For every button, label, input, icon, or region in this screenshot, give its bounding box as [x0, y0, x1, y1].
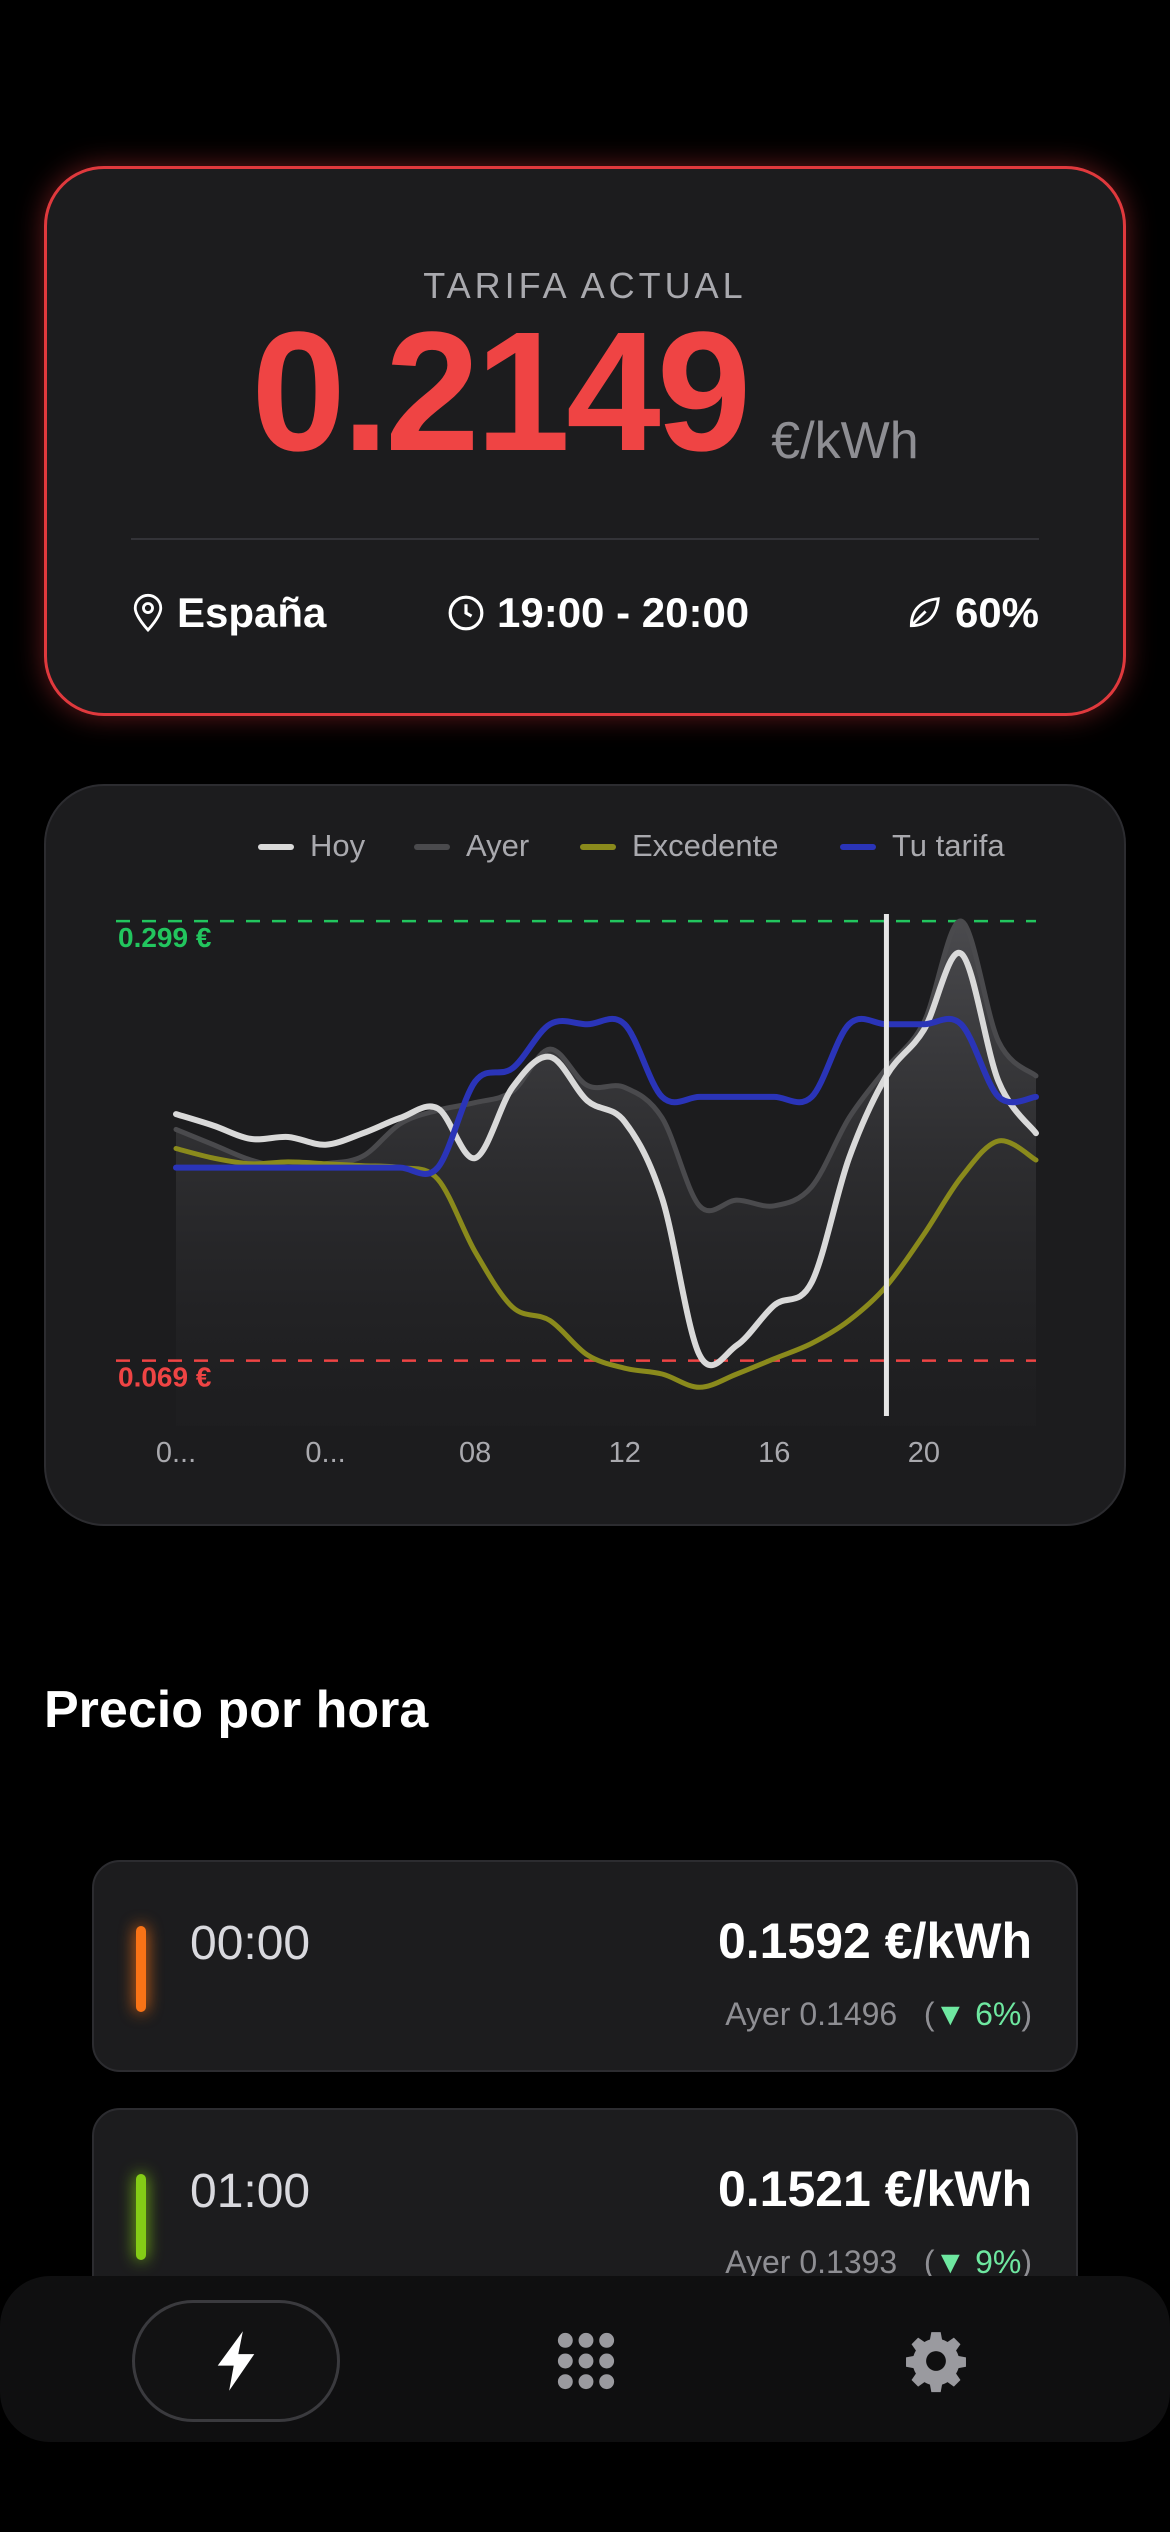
x-tick-label: 0...	[305, 1437, 345, 1469]
hour-time: 00:00	[190, 1917, 311, 1970]
hour-comparison: Ayer 0.1496 (▼ 6%)	[725, 1996, 1032, 2032]
price-level-indicator	[136, 2174, 146, 2260]
legend-label: Hoy	[310, 828, 366, 863]
legend-label: Tu tarifa	[892, 828, 1005, 863]
hour-price: 0.1521 €/kWh	[717, 2161, 1032, 2217]
hour-price: 0.1592 €/kWh	[717, 1913, 1032, 1969]
hour-row[interactable]: 00:00 0.1592 €/kWh Ayer 0.1496 (▼ 6%)	[92, 1860, 1078, 2072]
gear-icon	[906, 2332, 966, 2393]
tab-prices[interactable]	[132, 2300, 340, 2422]
x-tick-label: 16	[758, 1437, 790, 1469]
price-level-indicator	[136, 1926, 146, 2012]
legend-swatch	[580, 844, 616, 850]
tariff-value-row: 0.2149 €/kWh	[47, 307, 1123, 477]
legend-item: Ayer	[414, 828, 529, 863]
yesterday-price: Ayer 0.1496	[725, 1996, 898, 2032]
legend-item: Tu tarifa	[840, 828, 1005, 863]
ayer-area-fill	[176, 921, 1036, 1426]
legend-item: Excedente	[580, 828, 779, 863]
time-range-info: 19:00 - 20:00	[447, 585, 749, 641]
price-delta: ▼ 9%	[934, 2244, 1022, 2280]
hour-time: 01:00	[190, 2165, 311, 2218]
legend-swatch	[258, 844, 294, 850]
legend-label: Ayer	[466, 828, 529, 863]
x-tick-label: 12	[609, 1437, 641, 1469]
green-percent-label: 60%	[954, 589, 1039, 636]
price-chart[interactable]: Hoy Ayer Excedente Tu tarifa 0.299 € 0.069 €…	[46, 786, 1124, 1524]
tab-settings[interactable]	[876, 2300, 996, 2422]
region-info: España	[131, 585, 326, 641]
tab-apps[interactable]	[526, 2300, 646, 2422]
x-tick-label: 0...	[156, 1437, 196, 1469]
current-tariff-card: TARIFA ACTUAL 0.2149 €/kWh España 19:00 -…	[44, 166, 1126, 716]
legend-item: Hoy	[258, 828, 366, 863]
clock-icon	[448, 595, 484, 631]
legend-swatch	[840, 844, 876, 850]
threshold-low-label: 0.069 €	[118, 1362, 212, 1393]
tariff-value: 0.2149	[251, 297, 751, 487]
grid-icon	[557, 2332, 615, 2390]
tariff-divider	[131, 538, 1039, 540]
time-range-label: 19:00 - 20:00	[497, 589, 750, 636]
app-screen: TARIFA ACTUAL 0.2149 €/kWh España 19:00 -…	[0, 0, 1170, 2532]
legend-swatch	[414, 844, 450, 850]
bolt-icon	[217, 2331, 255, 2391]
threshold-high-label: 0.299 €	[118, 922, 212, 953]
hourly-price-title: Precio por hora	[44, 1681, 429, 1739]
legend-label: Excedente	[632, 828, 779, 863]
leaf-icon	[909, 597, 940, 628]
green-energy-info: 60%	[905, 585, 1039, 641]
yesterday-price: Ayer 0.1393	[725, 2244, 898, 2280]
price-chart-card: Hoy Ayer Excedente Tu tarifa 0.299 € 0.069 €…	[44, 784, 1126, 1526]
bottom-tab-bar	[0, 2276, 1170, 2442]
price-delta: ▼ 6%	[934, 1996, 1022, 2032]
location-pin-icon	[133, 593, 163, 633]
region-label: España	[177, 589, 327, 636]
x-tick-label: 20	[908, 1437, 940, 1469]
x-tick-label: 08	[459, 1437, 491, 1469]
tariff-unit: €/kWh	[771, 412, 919, 470]
